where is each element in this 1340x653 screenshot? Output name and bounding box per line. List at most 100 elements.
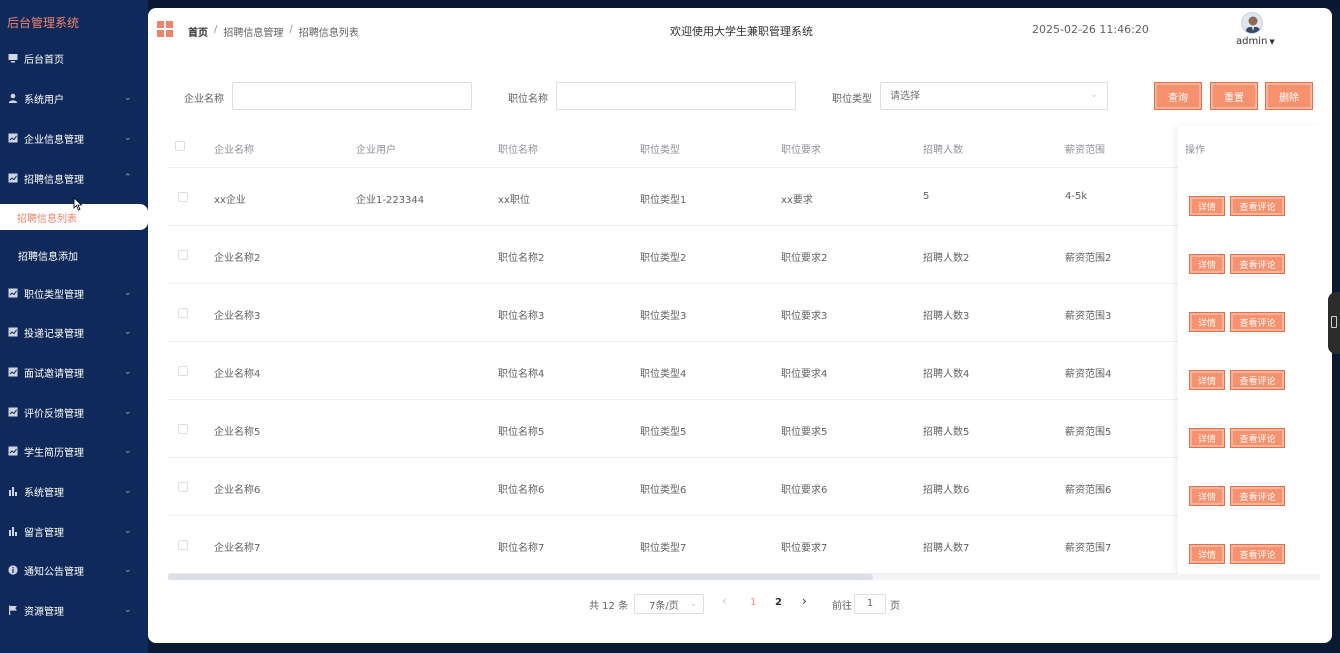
detail-button[interactable]: 详情 [1189,486,1225,506]
column-header: 职位名称 [498,145,538,156]
sidebar-item-resources[interactable]: 资源管理 ⌄ [0,596,148,624]
sidebar-item-position-type[interactable]: 职位类型管理 ⌄ [0,279,148,307]
view-reviews-button[interactable]: 查看评论 [1230,196,1285,216]
sidebar-item-label: 学生简历管理 [24,447,84,459]
cell-company: 企业名称2 [214,253,261,264]
column-header: 操作 [1185,145,1205,156]
row-checkbox[interactable] [178,250,188,260]
view-reviews-button[interactable]: 查看评论 [1230,370,1285,390]
next-page-button[interactable]: › [802,594,807,608]
cell-requirement: 职位要求3 [781,311,828,322]
grid-icon [7,326,19,338]
user-name: admin [1236,36,1268,47]
cell-requirement: 职位要求4 [781,369,828,380]
sidebar-item-resumes[interactable]: 学生简历管理 ⌄ [0,437,148,465]
cell-headcount: 招聘人数4 [923,369,970,380]
cell-salary: 薪资范围6 [1065,485,1112,496]
horizontal-scrollbar[interactable] [168,574,1320,580]
view-reviews-button[interactable]: 查看评论 [1230,544,1285,564]
cell-headcount: 招聘人数2 [923,253,970,264]
reset-button[interactable]: 重置 [1210,82,1258,110]
view-reviews-button[interactable]: 查看评论 [1230,254,1285,274]
breadcrumb-separator: / [214,24,218,35]
current-datetime: 2025-02-26 11:46:20 [1032,23,1149,36]
position-name-input[interactable] [556,82,796,110]
table-row: 企业名称5 职位名称5 职位类型5 职位要求5 招聘人数5 薪资范围5 [168,400,1320,458]
row-checkbox[interactable] [178,482,188,492]
page-size-value: 7条/页 [649,600,679,612]
breadcrumb-separator: / [289,24,293,35]
side-float-tab[interactable] [1328,292,1340,354]
cell-position: 职位名称6 [498,485,545,496]
chevron-down-icon: ⌄ [124,327,132,337]
sidebar-item-recruitment[interactable]: 招聘信息管理 ⌃ [0,164,148,192]
sidebar-item-system[interactable]: 系统管理 ⌄ [0,477,148,505]
detail-button[interactable]: 详情 [1189,254,1225,274]
sidebar-item-feedback[interactable]: 评价反馈管理 ⌄ [0,398,148,426]
cell-salary: 薪资范围2 [1065,253,1112,264]
cell-requirement: 职位要求5 [781,427,828,438]
column-header: 职位要求 [781,145,821,156]
bar-chart-icon [7,485,19,497]
detail-button[interactable]: 详情 [1189,544,1225,564]
sidebar-item-label: 面试邀请管理 [24,368,84,380]
view-reviews-button[interactable]: 查看评论 [1230,428,1285,448]
cell-salary: 薪资范围3 [1065,311,1112,322]
row-checkbox[interactable] [178,308,188,318]
row-checkbox[interactable] [178,424,188,434]
detail-button[interactable]: 详情 [1189,312,1225,332]
cell-company: 企业名称3 [214,311,261,322]
apps-grid-icon[interactable] [157,21,173,37]
sidebar-item-home[interactable]: 后台首页 [0,44,148,72]
cell-position: 职位名称7 [498,543,545,554]
avatar[interactable] [1241,12,1263,34]
column-header: 招聘人数 [923,145,963,156]
grid-icon [7,366,19,378]
search-bar: 企业名称 职位名称 职位类型 ⌄ 查询 重置 删除 [148,82,1332,110]
cell-company-user: 企业1-223344 [356,195,425,206]
table-row: 企业名称4 职位名称4 职位类型4 职位要求4 招聘人数4 薪资范围4 [168,342,1320,400]
sidebar-item-applications[interactable]: 投递记录管理 ⌄ [0,318,148,346]
company-name-input[interactable] [232,82,472,110]
detail-button[interactable]: 详情 [1189,196,1225,216]
table-row: 企业名称7 职位名称7 职位类型7 职位要求7 招聘人数7 薪资范围7 [168,516,1320,574]
top-header: 首页 / 招聘信息管理 / 招聘信息列表 欢迎使用大学生兼职管理系统 2025-… [148,8,1332,52]
cell-company: 企业名称6 [214,485,261,496]
sidebar-subitem-recruitment-add[interactable]: 招聘信息添加 [0,242,148,268]
query-button[interactable]: 查询 [1154,82,1202,110]
cell-position: 职位名称5 [498,427,545,438]
company-name-label: 企业名称 [184,94,224,105]
goto-page-input[interactable]: 1 [854,594,886,614]
welcome-text: 欢迎使用大学生兼职管理系统 [670,25,813,38]
mouse-cursor-icon [73,197,83,211]
detail-button[interactable]: 详情 [1189,428,1225,448]
prev-page-button[interactable]: ‹ [722,594,727,608]
row-checkbox[interactable] [178,366,188,376]
row-checkbox[interactable] [178,540,188,550]
page-size-select[interactable]: 7条/页 ⌄ [634,594,704,614]
cell-headcount: 招聘人数5 [923,427,970,438]
sidebar-item-messages[interactable]: 留言管理 ⌄ [0,517,148,545]
column-header: 企业用户 [356,145,396,156]
view-reviews-button[interactable]: 查看评论 [1230,312,1285,332]
sidebar-item-interviews[interactable]: 面试邀请管理 ⌄ [0,358,148,386]
sidebar-item-label: 招聘信息管理 [24,174,84,186]
breadcrumb-item[interactable]: 招聘信息管理 [223,24,283,39]
breadcrumb-home[interactable]: 首页 [188,24,208,39]
cell-position-type: 职位类型4 [640,369,687,380]
page-number[interactable]: 2 [775,597,782,608]
select-all-checkbox[interactable] [175,141,185,151]
user-menu[interactable]: admin ▼ [1236,36,1275,47]
sidebar-item-announcements[interactable]: 通知公告管理 ⌄ [0,556,148,584]
view-reviews-button[interactable]: 查看评论 [1230,486,1285,506]
position-type-select[interactable] [880,82,1108,110]
cell-position-type: 职位类型3 [640,311,687,322]
row-checkbox[interactable] [178,192,188,202]
sidebar-item-label: 投递记录管理 [24,328,84,340]
delete-button[interactable]: 删除 [1265,82,1313,110]
page-number-current[interactable]: 1 [750,597,756,608]
detail-button[interactable]: 详情 [1189,370,1225,390]
sidebar-item-company[interactable]: 企业信息管理 ⌄ [0,124,148,152]
scrollbar-thumb[interactable] [168,574,873,580]
sidebar-item-system-users[interactable]: 系统用户 ⌄ [0,84,148,112]
